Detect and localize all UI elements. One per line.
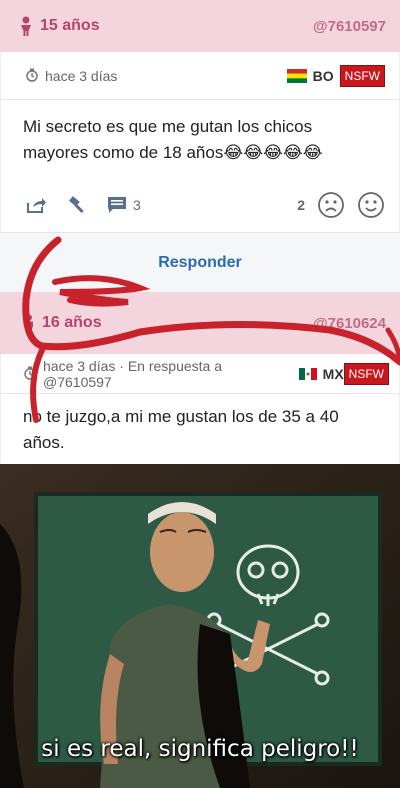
reply-text: no te juzgo,a mi me gustan los de 35 a 4… bbox=[23, 407, 339, 452]
country-code: BO bbox=[312, 67, 334, 84]
nsfw-badge: NSFW bbox=[339, 64, 385, 87]
flag-mexico-icon bbox=[298, 367, 317, 380]
meme-image: si es real, significa peligro!! bbox=[0, 464, 400, 788]
user-id[interactable]: @7610597 bbox=[313, 18, 386, 35]
comments-button[interactable]: 3 bbox=[107, 196, 141, 214]
reply-nsfw-badge: NSFW bbox=[343, 362, 389, 385]
reply-meta: hace 3 días · En respuesta a @7610597 MX… bbox=[1, 354, 399, 394]
reply-user-id[interactable]: @7610624 bbox=[313, 315, 386, 332]
reply-card: hace 3 días · En respuesta a @7610597 MX… bbox=[0, 354, 400, 464]
reply-bar: Responder bbox=[0, 232, 400, 292]
sad-face-icon[interactable] bbox=[317, 191, 345, 219]
reply-country-code: MX bbox=[322, 365, 344, 382]
post-text: Mi secreto es que me gutan los chicos ma… bbox=[23, 117, 323, 162]
clock-icon bbox=[25, 68, 39, 84]
happy-face-icon[interactable] bbox=[357, 191, 385, 219]
comment-icon bbox=[107, 196, 127, 214]
flag-bolivia-icon bbox=[286, 68, 307, 83]
post-actions: 3 2 bbox=[1, 178, 399, 232]
moderate-hammer-icon[interactable] bbox=[67, 195, 87, 215]
female-icon bbox=[18, 16, 34, 36]
post-meta: hace 3 días BO NSFW bbox=[1, 52, 399, 100]
reply-header: 16 años @7610624 bbox=[0, 292, 400, 354]
reply-button[interactable]: Responder bbox=[158, 254, 242, 272]
male-icon bbox=[22, 314, 36, 332]
meme-caption: si es real, significa peligro!! bbox=[41, 736, 359, 762]
vote-count: 2 bbox=[297, 197, 305, 213]
comment-count: 3 bbox=[133, 197, 141, 213]
share-icon[interactable] bbox=[25, 195, 47, 215]
reply-age-badge: 16 años bbox=[22, 314, 102, 332]
reply-meta-text: hace 3 días · En respuesta a @7610597 bbox=[43, 357, 222, 390]
clock-icon bbox=[23, 366, 37, 382]
age-label: 15 años bbox=[40, 17, 100, 34]
post-card: hace 3 días BO NSFW Mi secreto es que me… bbox=[0, 52, 400, 232]
age-badge: 15 años bbox=[18, 16, 100, 36]
post-time: hace 3 días bbox=[45, 67, 118, 84]
post-header: 15 años @7610597 bbox=[0, 0, 400, 52]
reply-age-label: 16 años bbox=[42, 314, 102, 331]
